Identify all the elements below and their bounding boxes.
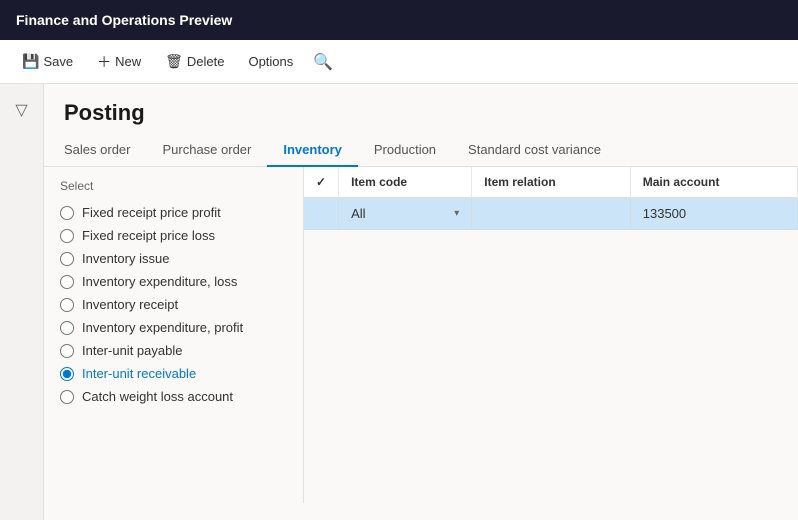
radio-item-inventory-receipt[interactable]: Inventory receipt [60,293,287,316]
radio-input-inter-unit-payable[interactable] [60,344,74,358]
save-icon: 💾 [22,53,39,70]
col-item-code: Item code [339,167,472,198]
cell-check [304,198,339,230]
app-title: Finance and Operations Preview [16,12,232,28]
radio-input-inventory-expenditure-profit[interactable] [60,321,74,335]
search-icon: 🔍 [313,54,333,71]
options-label: Options [248,54,293,69]
table-body: All ▾ 133500 [304,198,798,230]
radio-item-inventory-issue[interactable]: Inventory issue [60,247,287,270]
item-code-value: All [351,206,365,221]
radio-input-fixed-receipt-price-profit[interactable] [60,206,74,220]
tabs-container: Sales orderPurchase orderInventoryProduc… [44,134,798,167]
filter-icon[interactable]: ▽ [7,92,35,128]
col-item-relation: Item relation [472,167,630,198]
radio-item-inventory-expenditure-profit[interactable]: Inventory expenditure, profit [60,316,287,339]
options-button[interactable]: Options [238,48,303,75]
posting-table: ✓ Item code Item relation Main account A… [304,167,798,230]
radio-item-inter-unit-receivable[interactable]: Inter-unit receivable [60,362,287,385]
delete-button[interactable]: 🗑 Delete [155,47,234,76]
cell-main-account[interactable]: 133500 [630,198,797,230]
new-button[interactable]: ＋ New [87,46,151,78]
tab-content: Select Fixed receipt price profitFixed r… [44,167,798,503]
new-icon: ＋ [97,52,111,72]
radio-input-inventory-receipt[interactable] [60,298,74,312]
sidebar: ▽ [0,84,44,520]
radio-input-inter-unit-receivable[interactable] [60,367,74,381]
tab-purchase-order[interactable]: Purchase order [146,134,267,167]
col-check: ✓ [304,167,339,198]
delete-icon: 🗑 [165,53,183,70]
page-title: Posting [44,84,798,134]
cell-item-relation[interactable] [472,198,630,230]
radio-label-inventory-issue: Inventory issue [82,251,169,266]
select-label: Select [60,179,287,193]
list-panel: Select Fixed receipt price profitFixed r… [44,167,304,503]
radio-label-inventory-receipt: Inventory receipt [82,297,178,312]
tab-standard-cost-variance[interactable]: Standard cost variance [452,134,617,167]
radio-label-inter-unit-receivable: Inter-unit receivable [82,366,196,381]
radio-label-inventory-expenditure-profit: Inventory expenditure, profit [82,320,243,335]
radio-item-inventory-expenditure-loss[interactable]: Inventory expenditure, loss [60,270,287,293]
radio-input-inventory-expenditure-loss[interactable] [60,275,74,289]
tab-production[interactable]: Production [358,134,452,167]
table-row[interactable]: All ▾ 133500 [304,198,798,230]
radio-input-catch-weight-loss-account[interactable] [60,390,74,404]
col-main-account: Main account [630,167,797,198]
search-button[interactable]: 🔍 [307,46,339,78]
radio-label-fixed-receipt-price-loss: Fixed receipt price loss [82,228,215,243]
table-header-row: ✓ Item code Item relation Main account [304,167,798,198]
radio-input-fixed-receipt-price-loss[interactable] [60,229,74,243]
cell-item-code[interactable]: All ▾ [339,198,472,230]
radio-label-catch-weight-loss-account: Catch weight loss account [82,389,233,404]
save-button[interactable]: 💾 Save [12,47,83,76]
main-layout: ▽ Posting Sales orderPurchase orderInven… [0,84,798,520]
tab-sales-order[interactable]: Sales order [64,134,146,167]
content-area: Posting Sales orderPurchase orderInvento… [44,84,798,520]
chevron-down-icon[interactable]: ▾ [454,208,459,219]
radio-input-inventory-issue[interactable] [60,252,74,266]
tab-inventory[interactable]: Inventory [267,134,358,167]
radio-item-fixed-receipt-price-profit[interactable]: Fixed receipt price profit [60,201,287,224]
radio-label-inter-unit-payable: Inter-unit payable [82,343,182,358]
table-panel: ✓ Item code Item relation Main account A… [304,167,798,503]
radio-label-inventory-expenditure-loss: Inventory expenditure, loss [82,274,237,289]
radio-item-catch-weight-loss-account[interactable]: Catch weight loss account [60,385,287,408]
toolbar: 💾 Save ＋ New 🗑 Delete Options 🔍 [0,40,798,84]
radio-item-fixed-receipt-price-loss[interactable]: Fixed receipt price loss [60,224,287,247]
top-bar: Finance and Operations Preview [0,0,798,40]
radio-item-inter-unit-payable[interactable]: Inter-unit payable [60,339,287,362]
radio-list: Fixed receipt price profit Fixed receipt … [60,201,287,408]
radio-label-fixed-receipt-price-profit: Fixed receipt price profit [82,205,221,220]
new-label: New [115,54,141,69]
save-label: Save [43,54,73,69]
delete-label: Delete [187,54,225,69]
